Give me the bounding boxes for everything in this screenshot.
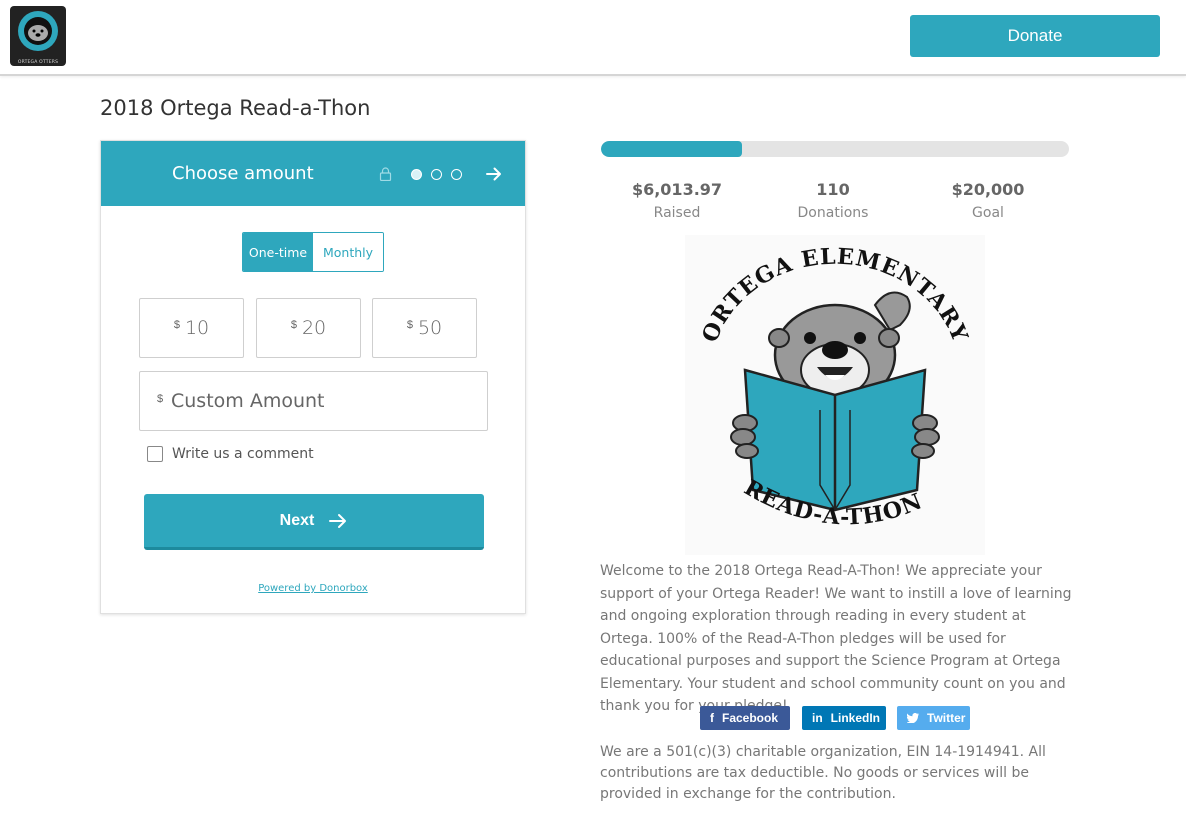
amount-value: 50 (417, 317, 443, 339)
amount-value: 20 (301, 317, 327, 339)
form-header: Choose amount (101, 141, 525, 206)
top-bar: ORTEGA OTTERS Donate (0, 0, 1186, 76)
twitter-icon (907, 713, 919, 723)
campaign-description: Welcome to the 2018 Ortega Read-A-Thon! … (600, 563, 1072, 714)
page-title: 2018 Ortega Read-a-Thon (100, 96, 371, 120)
stat-value: $20,000 (951, 180, 1025, 199)
stat-value: $6,013.97 (631, 180, 723, 199)
next-label: Next (279, 511, 315, 529)
stat-donations: 110 Donations (763, 180, 903, 221)
custom-amount-input[interactable] (171, 386, 471, 416)
otter-reading-illustration: ORTEGA ELEMENTARY READ-A-THON (697, 244, 972, 531)
comment-checkbox[interactable] (147, 446, 163, 462)
currency-symbol: $ (290, 319, 297, 331)
comment-option[interactable]: Write us a comment (147, 446, 314, 462)
step-dot (431, 169, 442, 180)
facebook-icon: f (710, 711, 714, 725)
one-time-button[interactable]: One-time (243, 233, 313, 271)
stat-goal: $20,000 Goal (918, 180, 1058, 221)
progress-bar (601, 141, 1069, 157)
currency-symbol: $ (157, 393, 164, 405)
donate-button[interactable]: Donate (910, 15, 1160, 57)
share-label: Twitter (927, 711, 966, 725)
org-logo[interactable]: ORTEGA OTTERS (10, 6, 66, 66)
share-facebook-button[interactable]: f Facebook (700, 706, 790, 730)
amount-button-50[interactable]: $ 50 (372, 298, 477, 358)
amount-button-10[interactable]: $ 10 (139, 298, 244, 358)
amount-value: 10 (184, 317, 210, 339)
campaign-image: ORTEGA ELEMENTARY READ-A-THON (685, 235, 985, 555)
lock-icon (379, 167, 392, 181)
powered-by-link[interactable]: Powered by Donorbox (101, 583, 525, 594)
step-indicator (411, 169, 462, 180)
stat-raised: $6,013.97 Raised (607, 180, 747, 221)
frequency-toggle: One-time Monthly (242, 232, 384, 272)
step-dot-current (411, 169, 422, 180)
currency-symbol: $ (406, 319, 413, 331)
stat-label: Donations (797, 205, 869, 221)
progress-fill (601, 141, 742, 157)
form-header-title: Choose amount (172, 163, 314, 184)
share-twitter-button[interactable]: Twitter (897, 706, 970, 730)
stat-value: 110 (816, 180, 850, 199)
share-linkedin-button[interactable]: in LinkedIn (802, 706, 886, 730)
stat-label: Goal (972, 205, 1004, 221)
comment-label[interactable]: Write us a comment (172, 446, 314, 462)
share-label: Facebook (722, 711, 779, 725)
arrow-right-icon[interactable] (485, 165, 503, 183)
stat-label: Raised (653, 205, 701, 221)
arrow-right-icon (329, 513, 347, 528)
amount-button-20[interactable]: $ 20 (256, 298, 361, 358)
donation-form: Choose amount One-time Monthly $ 10 $ 20… (100, 140, 526, 614)
share-label: LinkedIn (830, 711, 881, 725)
legal-notice: We are a 501(c)(3) charitable organizati… (600, 744, 1046, 802)
next-button[interactable]: Next (144, 494, 484, 550)
step-dot (451, 169, 462, 180)
logo-caption: ORTEGA OTTERS (17, 60, 59, 65)
currency-symbol: $ (173, 319, 180, 331)
custom-amount-field[interactable]: $ (139, 371, 488, 431)
monthly-button[interactable]: Monthly (313, 233, 383, 271)
linkedin-icon: in (812, 711, 823, 725)
otter-logo-icon (18, 11, 58, 51)
